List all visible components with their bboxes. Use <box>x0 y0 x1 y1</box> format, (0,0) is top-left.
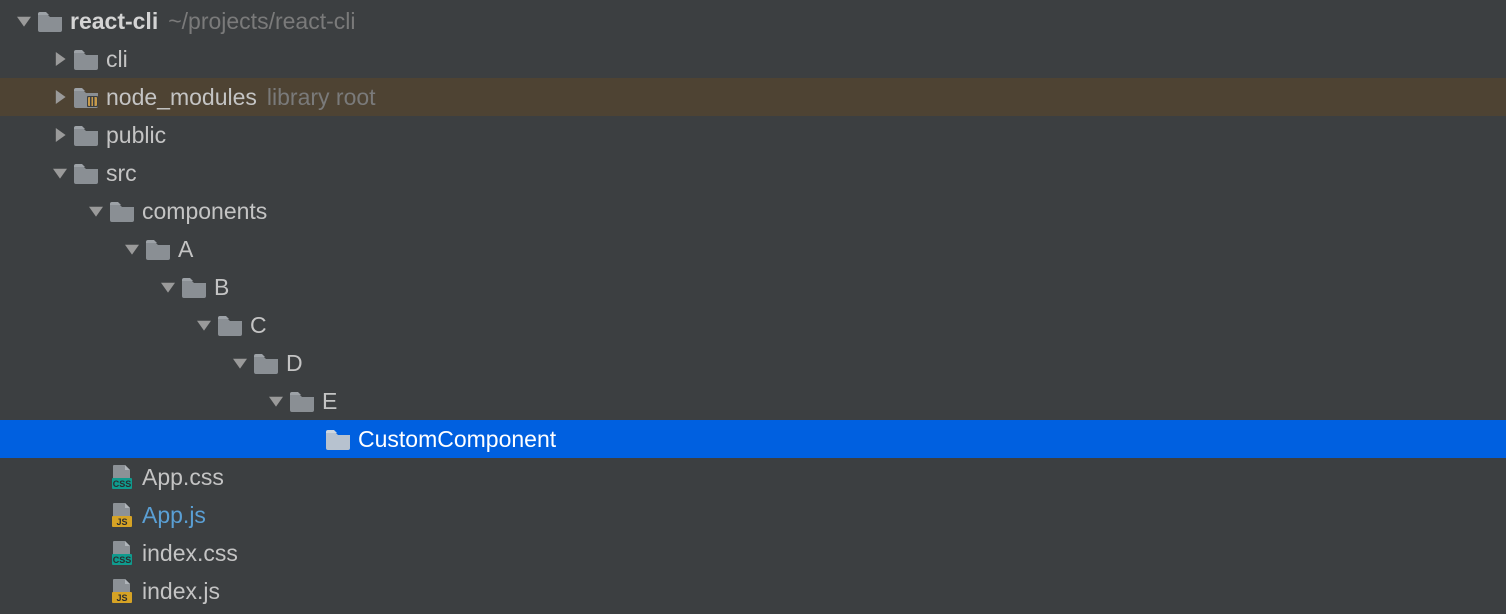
folder-label: components <box>142 198 267 225</box>
tree-row-index-js[interactable]: JS index.js <box>0 572 1506 610</box>
svg-text:JS: JS <box>116 593 127 603</box>
folder-icon <box>72 162 100 184</box>
js-file-icon: JS <box>108 502 136 528</box>
folder-icon <box>108 200 136 222</box>
chevron-down-icon[interactable] <box>230 356 250 370</box>
library-root-label: library root <box>267 84 376 111</box>
svg-text:CSS: CSS <box>113 555 132 565</box>
tree-row-components[interactable]: components <box>0 192 1506 230</box>
folder-label: public <box>106 122 166 149</box>
folder-label: D <box>286 350 303 377</box>
folder-icon <box>72 124 100 146</box>
folder-label: CustomComponent <box>358 426 556 453</box>
tree-row-e[interactable]: E <box>0 382 1506 420</box>
chevron-down-icon[interactable] <box>50 166 70 180</box>
folder-icon <box>216 314 244 336</box>
tree-row-custom-component[interactable]: CustomComponent <box>0 420 1506 458</box>
tree-row-d[interactable]: D <box>0 344 1506 382</box>
js-file-icon: JS <box>108 578 136 604</box>
tree-row-src[interactable]: src <box>0 154 1506 192</box>
folder-label: E <box>322 388 337 415</box>
folder-icon <box>288 390 316 412</box>
folder-icon <box>36 10 64 32</box>
root-path: ~/projects/react-cli <box>168 8 355 35</box>
folder-label: node_modules <box>106 84 257 111</box>
tree-row-index-css[interactable]: CSS index.css <box>0 534 1506 572</box>
folder-label: C <box>250 312 267 339</box>
chevron-right-icon[interactable] <box>50 90 70 104</box>
tree-row-node-modules[interactable]: node_modules library root <box>0 78 1506 116</box>
file-label: index.js <box>142 578 220 605</box>
file-label: index.css <box>142 540 238 567</box>
chevron-down-icon[interactable] <box>266 394 286 408</box>
svg-text:CSS: CSS <box>113 479 132 489</box>
chevron-down-icon[interactable] <box>122 242 142 256</box>
tree-row-app-js[interactable]: JS App.js <box>0 496 1506 534</box>
folder-label: A <box>178 236 193 263</box>
css-file-icon: CSS <box>108 540 136 566</box>
root-name: react-cli <box>70 8 158 35</box>
folder-label: B <box>214 274 229 301</box>
folder-icon <box>324 428 352 450</box>
tree-row-root[interactable]: react-cli ~/projects/react-cli <box>0 2 1506 40</box>
folder-icon <box>144 238 172 260</box>
folder-label: src <box>106 160 137 187</box>
folder-label: cli <box>106 46 128 73</box>
tree-row-a[interactable]: A <box>0 230 1506 268</box>
svg-text:JS: JS <box>116 517 127 527</box>
file-label: App.css <box>142 464 224 491</box>
folder-icon <box>180 276 208 298</box>
project-tree: react-cli ~/projects/react-cli cli node_… <box>0 0 1506 610</box>
chevron-down-icon[interactable] <box>86 204 106 218</box>
tree-row-public[interactable]: public <box>0 116 1506 154</box>
chevron-down-icon[interactable] <box>14 14 34 28</box>
tree-row-app-css[interactable]: CSS App.css <box>0 458 1506 496</box>
tree-row-b[interactable]: B <box>0 268 1506 306</box>
css-file-icon: CSS <box>108 464 136 490</box>
file-label: App.js <box>142 502 206 529</box>
chevron-down-icon[interactable] <box>158 280 178 294</box>
tree-row-c[interactable]: C <box>0 306 1506 344</box>
chevron-down-icon[interactable] <box>194 318 214 332</box>
tree-row-cli[interactable]: cli <box>0 40 1506 78</box>
chevron-right-icon[interactable] <box>50 128 70 142</box>
folder-icon <box>252 352 280 374</box>
library-folder-icon <box>72 86 100 108</box>
folder-icon <box>72 48 100 70</box>
chevron-right-icon[interactable] <box>50 52 70 66</box>
